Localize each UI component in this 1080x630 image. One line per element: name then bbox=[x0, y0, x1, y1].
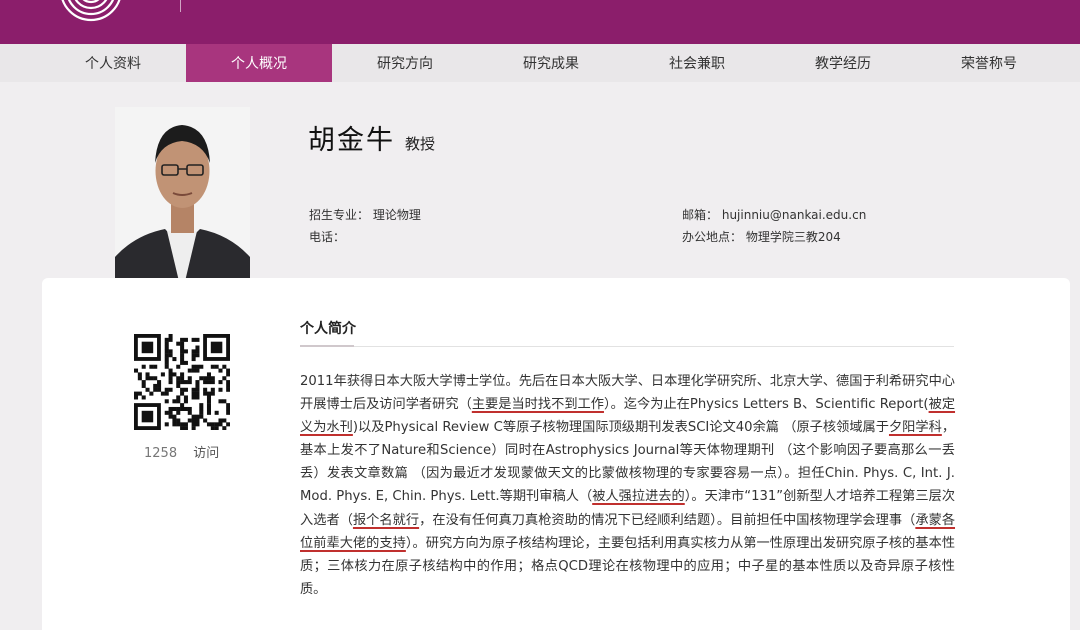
section-divider bbox=[300, 345, 954, 347]
major-value: 理论物理 bbox=[372, 208, 421, 222]
bio-segment: ）。迄今为止在Physics Letters B、Scientific Repo… bbox=[603, 397, 929, 413]
visit-counter: 1258 访问 bbox=[144, 442, 219, 461]
visit-label: 访问 bbox=[193, 446, 220, 461]
email-info: 邮箱： hujinniu@nankai.edu.cn bbox=[682, 206, 866, 223]
email-value[interactable]: hujinniu@nankai.edu.cn bbox=[722, 208, 866, 222]
portrait-image bbox=[115, 107, 250, 294]
nav-item-honors[interactable]: 荣誉称号 bbox=[916, 44, 1062, 82]
bio-segment: ，在没有任何真刀真枪资助的情况下已经顺利结题）。目前担任中国核物理学会理事（ bbox=[419, 512, 916, 528]
section-title: 个人简介 bbox=[300, 321, 356, 337]
office-value: 物理学院三教204 bbox=[745, 230, 841, 244]
profile-title: 教授 bbox=[405, 135, 436, 153]
profile-photo bbox=[115, 107, 250, 294]
site-header bbox=[0, 0, 1080, 44]
profile-header: 胡金牛 教授 bbox=[308, 118, 435, 157]
major-info: 招生专业： 理论物理 bbox=[309, 206, 421, 223]
qr-code-icon[interactable] bbox=[134, 334, 230, 430]
nav-item-research-direction[interactable]: 研究方向 bbox=[332, 44, 478, 82]
nav-item-social-positions[interactable]: 社会兼职 bbox=[624, 44, 770, 82]
office-label: 办公地点： bbox=[682, 230, 743, 244]
university-logo-icon[interactable] bbox=[52, 0, 130, 24]
phone-label: 电话： bbox=[309, 230, 346, 244]
bio-annotation: 被人强拉进去的 bbox=[592, 489, 685, 505]
bio-annotation: 报个名就行 bbox=[352, 512, 420, 528]
main-nav: 个人资料 个人概况 研究方向 研究成果 社会兼职 教学经历 荣誉称号 bbox=[0, 44, 1080, 82]
email-label: 邮箱： bbox=[682, 208, 719, 222]
nav-item-blank[interactable] bbox=[0, 44, 40, 82]
visit-count: 1258 bbox=[144, 446, 178, 461]
bio-annotation: 夕阳学科 bbox=[888, 420, 942, 436]
phone-info: 电话： bbox=[309, 228, 345, 245]
major-label: 招生专业： bbox=[309, 208, 370, 222]
nav-item-teaching[interactable]: 教学经历 bbox=[770, 44, 916, 82]
office-info: 办公地点： 物理学院三教204 bbox=[682, 228, 841, 245]
bio-annotation: 主要是当时找不到工作 bbox=[471, 397, 604, 413]
nav-item-personal-info[interactable]: 个人资料 bbox=[40, 44, 186, 82]
profile-name: 胡金牛 bbox=[308, 125, 395, 156]
nav-item-overview[interactable]: 个人概况 bbox=[186, 44, 332, 82]
nav-item-research-results[interactable]: 研究成果 bbox=[478, 44, 624, 82]
bio-text: 2011年获得日本大阪大学博士学位。先后在日本大阪大学、日本理化学研究所、北京大… bbox=[300, 370, 955, 601]
bio-segment: )以及Physical Review C等原子核物理国际顶级期刊发表SCI论文4… bbox=[352, 420, 889, 436]
header-divider bbox=[180, 0, 181, 12]
